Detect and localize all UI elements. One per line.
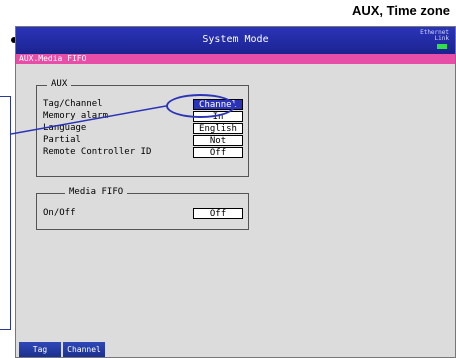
remote-controller-id-field[interactable]: Off	[193, 147, 243, 158]
recorder-screen: System Mode Ethernet Link AUX.Media FIFO…	[15, 26, 456, 358]
media-fifo-group: Media FIFO On/Off Off	[36, 187, 249, 230]
partial-field[interactable]: Not	[193, 135, 243, 146]
on-off-field[interactable]: Off	[193, 208, 243, 219]
softkey-tag[interactable]: Tag	[19, 342, 61, 357]
window-title: System Mode	[202, 34, 269, 45]
tab-bar: AUX.Media FIFO	[16, 54, 455, 64]
tag-channel-label: Tag/Channel	[43, 99, 103, 109]
highlight-circle	[166, 94, 235, 118]
language-label: Language	[43, 123, 87, 133]
memory-alarm-label: Memory alarm	[43, 111, 109, 121]
softkey-channel[interactable]: Channel	[63, 342, 105, 357]
media-fifo-group-title: Media FIFO	[65, 187, 128, 197]
on-off-label: On/Off	[43, 208, 76, 218]
ethernet-status: Ethernet Link	[420, 30, 449, 42]
heading-label: AUX, Time zone	[351, 3, 450, 18]
title-bar: System Mode Ethernet Link	[16, 27, 455, 54]
link-label: Link	[434, 35, 449, 42]
remote-controller-id-label: Remote Controller ID	[43, 147, 152, 157]
aux-group-title: AUX	[47, 79, 72, 89]
softkey-bar: Tag Channel	[16, 341, 455, 357]
language-field[interactable]: English	[193, 123, 243, 134]
tab-aux-media-fifo[interactable]: AUX.Media FIFO	[19, 54, 86, 64]
callout-panel	[0, 96, 11, 330]
link-led-icon	[437, 44, 447, 49]
partial-label: Partial	[43, 135, 81, 145]
